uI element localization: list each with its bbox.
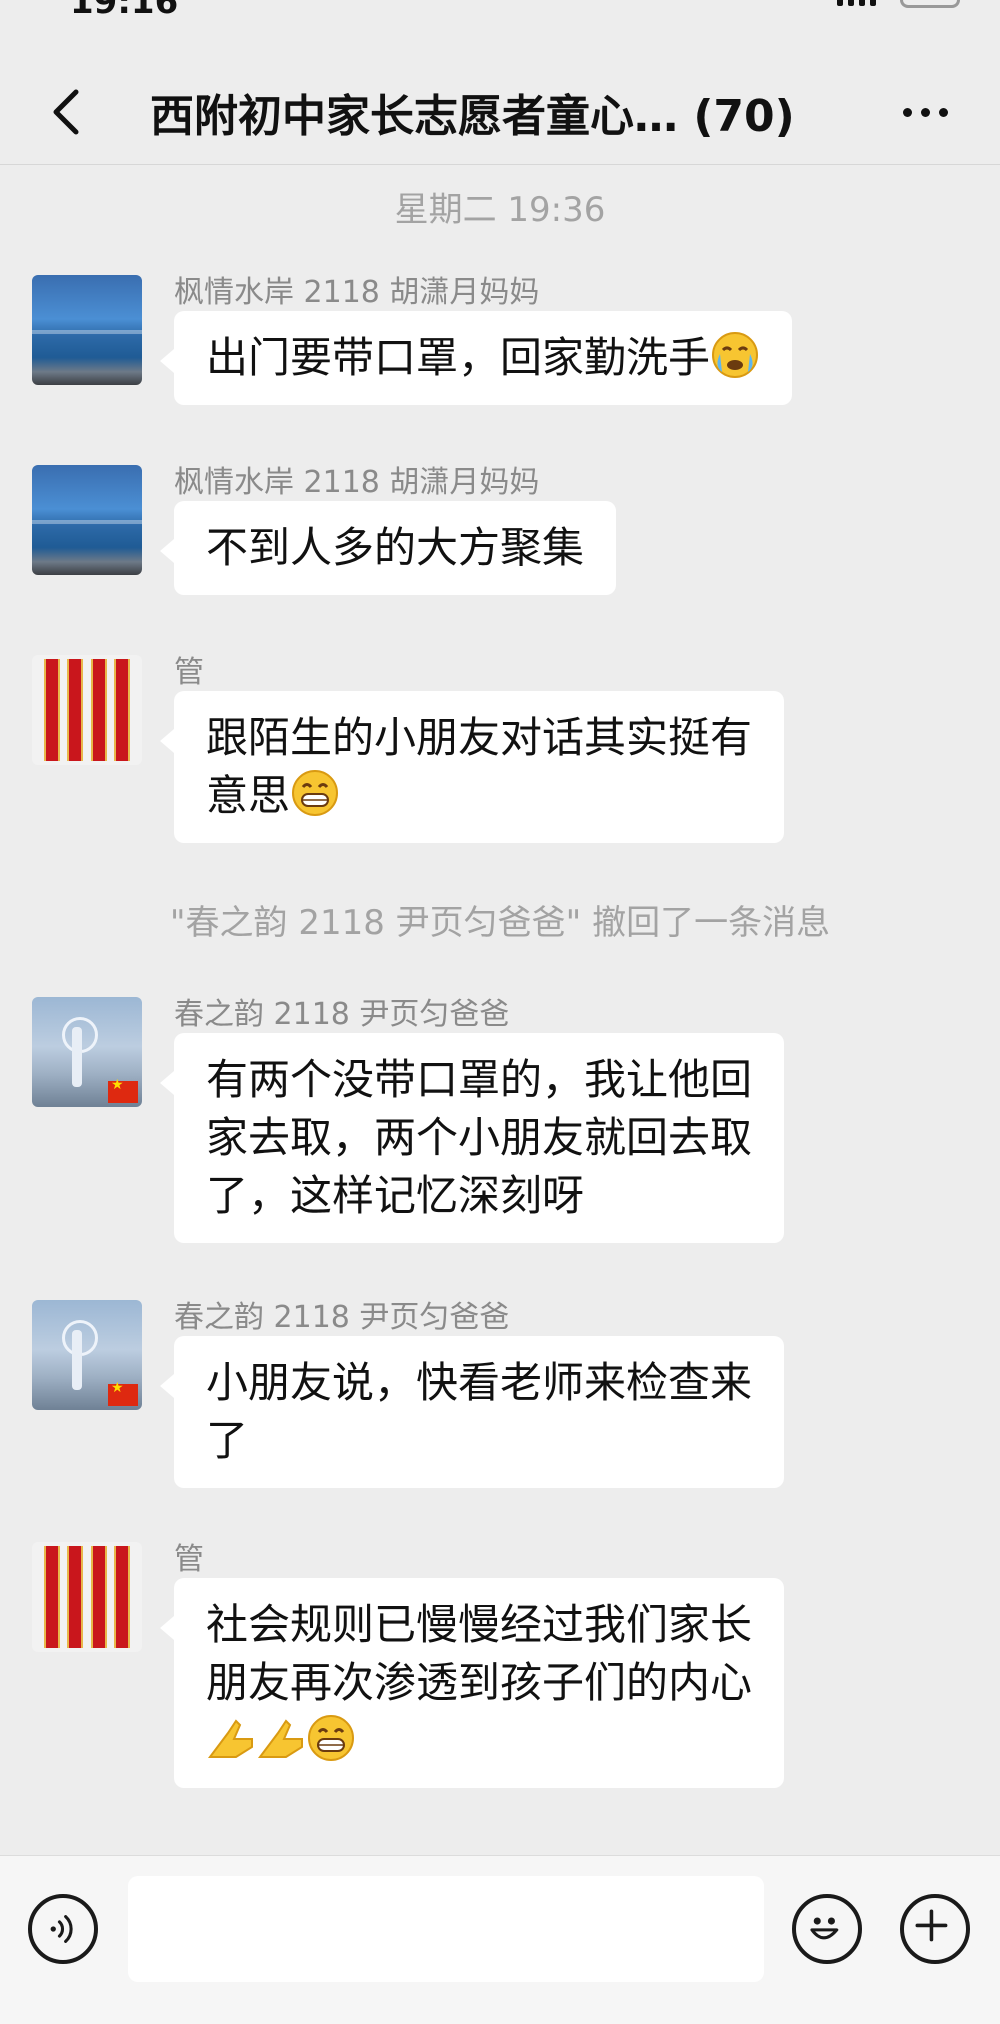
battery-icon	[900, 0, 960, 8]
crying-face-emoji-icon	[712, 332, 759, 378]
avatar[interactable]	[32, 275, 142, 385]
sender-name: 管	[174, 655, 204, 690]
more-dots-icon[interactable]	[890, 82, 960, 142]
grin-emoji-icon	[292, 770, 339, 816]
avatar[interactable]	[32, 465, 142, 575]
status-indicators	[837, 0, 960, 8]
sender-name: 春之韵 2118 尹页匀爸爸	[174, 997, 510, 1032]
smiley-icon[interactable]	[792, 1894, 862, 1964]
signal-icon	[837, 0, 876, 6]
message-text-line: 跟陌生的小朋友对话其实挺有	[206, 713, 753, 762]
chat-title: 西附初中家长志愿者童心… (70)	[150, 91, 795, 142]
thumbs-up-emoji-icon	[258, 1719, 303, 1758]
input-bar	[0, 1855, 1000, 2024]
message-bubble[interactable]: 社会规则已慢慢经过我们家长 朋友再次渗透到孩子们的内心	[159, 1578, 785, 1788]
chevron-left-icon[interactable]	[40, 82, 100, 142]
message-text-line: 家去取，两个小朋友就回去取	[206, 1113, 753, 1162]
chat-header: 西附初中家长志愿者童心… (70)	[0, 60, 1000, 165]
sender-name: 枫情水岸 2118 胡潇月妈妈	[174, 275, 540, 310]
plus-icon[interactable]	[900, 1894, 970, 1964]
avatar[interactable]	[32, 1300, 142, 1410]
sender-name: 管	[174, 1542, 204, 1577]
message-bubble[interactable]: 跟陌生的小朋友对话其实挺有 意思	[159, 691, 785, 843]
status-time: 19:16	[70, 0, 179, 22]
status-bar: 19:16	[0, 0, 1000, 60]
message-text-line: 朋友再次渗透到孩子们的内心	[206, 1658, 753, 1707]
message-text-line: 不到人多的大方聚集	[206, 523, 585, 572]
voice-icon[interactable]	[28, 1894, 98, 1964]
message-input[interactable]	[128, 1876, 764, 1982]
recall-notice: "春之韵 2118 尹页匀爸爸" 撤回了一条消息	[169, 903, 831, 943]
sender-name: 春之韵 2118 尹页匀爸爸	[174, 1300, 510, 1335]
message-text-line: 社会规则已慢慢经过我们家长	[206, 1600, 753, 1649]
sender-name: 枫情水岸 2118 胡潇月妈妈	[174, 465, 540, 500]
message-bubble[interactable]: 有两个没带口罩的，我让他回 家去取，两个小朋友就回去取 了，这样记忆深刻呀	[159, 1033, 785, 1243]
message-text-line: 意思	[206, 767, 752, 825]
avatar[interactable]	[32, 655, 142, 765]
message-text-line: 小朋友说，快看老师来检查来	[206, 1358, 753, 1407]
grin-emoji-icon	[308, 1715, 354, 1761]
message-bubble[interactable]: 出门要带口罩，回家勤洗手	[159, 311, 793, 405]
message-text-line: 出门要带口罩，回家勤洗手	[206, 329, 760, 387]
thumbs-up-emoji-icon	[208, 1719, 253, 1758]
message-timestamp: 星期二 19:36	[394, 190, 606, 230]
avatar[interactable]	[32, 997, 142, 1107]
message-text-line: 了，这样记忆深刻呀	[206, 1171, 585, 1220]
avatar[interactable]	[32, 1542, 142, 1652]
message-bubble[interactable]: 不到人多的大方聚集	[159, 501, 617, 595]
message-text-line: 了	[206, 1416, 249, 1465]
message-bubble[interactable]: 小朋友说，快看老师来检查来 了	[159, 1336, 785, 1488]
message-emoji-line	[206, 1712, 752, 1770]
message-text-line: 有两个没带口罩的，我让他回	[206, 1055, 753, 1104]
